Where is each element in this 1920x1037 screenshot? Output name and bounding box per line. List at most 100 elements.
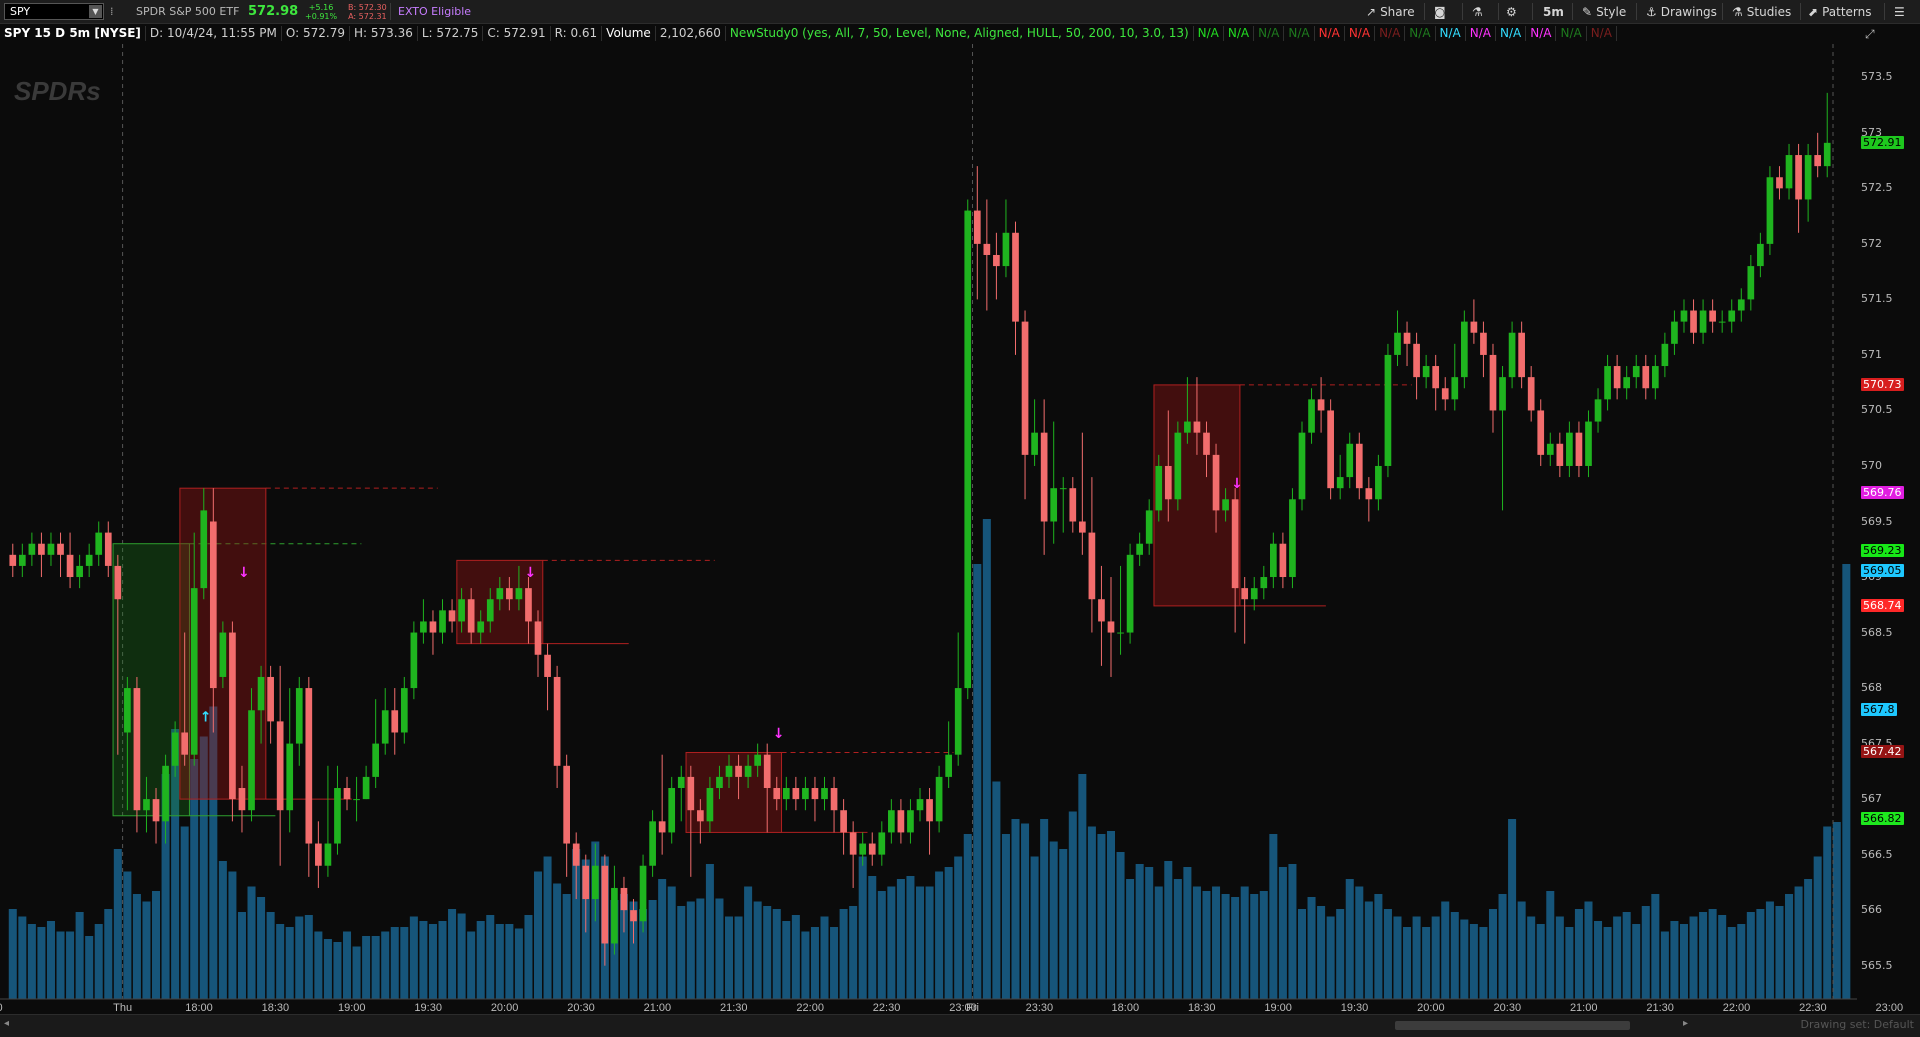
candle-body [506,588,513,600]
volume-bar [973,564,982,999]
volume-bar [56,931,65,999]
candle-body [1776,177,1783,189]
price-tick: 570.5 [1861,403,1893,417]
candle-body [1184,421,1191,433]
studies-button[interactable]: ⚗ Studies [1732,0,1791,23]
volume-bar [1011,819,1020,999]
horizontal-scrollbar[interactable] [1395,1021,1630,1030]
drawing-set-status: Drawing set: Default [1800,1018,1914,1031]
candle-body [1527,377,1535,411]
volume-bar [1336,909,1345,999]
scroll-right-icon[interactable]: ▸ [1683,1018,1688,1029]
price-axis[interactable]: 573.5573572.5572571.5571570.5570569.5569… [1857,23,1920,1013]
candle-body [66,554,74,578]
study-value-12: N/A [1556,26,1587,41]
link-icon[interactable]: ⁞ [110,0,114,23]
gear-icon: ⚙ [1506,4,1517,19]
settings-button[interactable]: ⚙ [1506,0,1517,23]
candle-body [1460,321,1468,378]
volume-bar [1842,564,1851,999]
volume-bar [1737,924,1746,999]
candle-body [716,776,723,789]
candle-body [1747,266,1755,300]
candle-body [1269,543,1277,578]
share-button[interactable]: ↗ Share [1366,0,1415,23]
price-tick: 568.5 [1861,625,1893,639]
volume-bar [1192,886,1201,999]
volume-bar [1603,927,1612,999]
scale-icon[interactable]: ⤢ [1865,27,1875,42]
price-tick: 570 [1861,458,1882,472]
volume-bar [46,921,55,999]
volume-bar [1403,927,1412,999]
candle-body [1480,332,1487,355]
candle-body [1546,443,1554,455]
volume-bar [533,871,543,999]
volume-bar [877,891,886,999]
volume-bar [1345,879,1354,999]
volume-bar [37,927,46,999]
bid-price: B: 572.30 [348,2,387,12]
candle-body [410,632,418,689]
candle-body [849,832,857,855]
candle-body [38,543,45,555]
volume-bar [438,921,447,999]
candle-body [1384,354,1392,466]
candle-body [1489,354,1497,411]
scroll-left-icon[interactable]: ◂ [4,1018,9,1029]
volume-bar [524,915,533,999]
flask-button[interactable]: ⚗ [1472,0,1483,23]
candle-body [697,810,704,822]
volume-bar [801,931,810,999]
candle-body [1613,366,1621,389]
timeframe-button[interactable]: 5m [1543,0,1564,23]
study-label[interactable]: NewStudy0 (yes, All, 7, 50, Level, None,… [726,26,1194,41]
volume-bar [85,936,94,999]
volume-bar [553,883,562,999]
volume-bar [514,928,523,999]
price-chart[interactable]: ↑ ↓ ↓ ↓ ↓ SPDRs 23:30 Thu 18:00 18:30 19:00 19:30… [0,44,1920,1014]
candle-body [792,788,800,800]
symbol-input[interactable]: SPY ▼ [4,3,104,20]
volume-bar [1832,822,1841,999]
volume-bar [1508,819,1517,999]
volume-bar [1536,924,1545,999]
volume-bar [1823,826,1832,999]
menu-button[interactable]: ☰ [1894,0,1905,23]
drawings-button[interactable]: ⚓ Drawings [1646,0,1717,23]
volume-bar [467,931,476,999]
volume-bar [906,876,915,999]
style-button[interactable]: ✎ Style [1582,0,1626,23]
candle-body [515,588,523,600]
price-tick: 571 [1861,347,1882,361]
candle-body [353,799,360,801]
candle-body [104,532,112,566]
volume-bar [887,886,896,999]
volume-bar [1756,909,1765,999]
volume-bar [1212,886,1221,999]
volume-bar [1087,826,1096,999]
bid-ask: B: 572.30 A: 572.31 [348,0,387,23]
symbol-text: SPY [10,5,31,18]
volume-bar [1106,831,1116,999]
chevron-down-icon[interactable]: ▼ [89,5,102,18]
candle-body [315,843,322,866]
volume-bar [1794,886,1803,999]
candle-body [1317,399,1325,411]
volume-bar [486,915,495,999]
volume-bar [352,946,361,999]
patterns-button[interactable]: ⬈ Patterns [1808,0,1872,23]
volume-bar [667,886,676,999]
candle-body [143,799,150,811]
snapshot-button[interactable]: ◙ [1434,0,1446,23]
volume-bar [744,886,753,999]
volume-bar [123,871,132,999]
candle-body [1604,366,1611,400]
volume-bar [896,879,905,999]
time-tick: 21:30 [1646,1002,1674,1014]
candle-body [1757,243,1764,267]
candle-body [639,865,647,922]
candle-body [1260,577,1268,589]
volume-bar [1689,916,1698,999]
volume-bar [1431,916,1440,999]
